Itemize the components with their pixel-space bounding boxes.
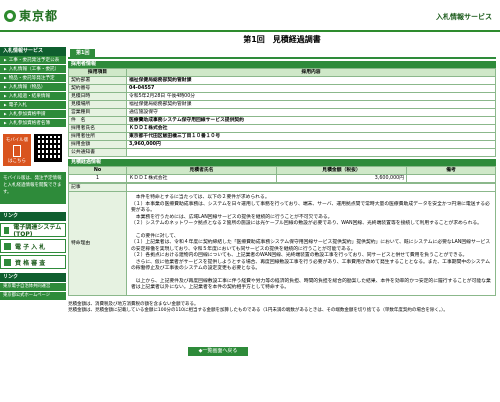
section-mitsumori: 見積経過情報 [68, 159, 496, 166]
table-row: 件 名医療費助成事務システム保守用回線サービス提供契約 [68, 116, 496, 125]
table-row: 公共通知書 [68, 148, 496, 157]
tokyo-logo[interactable]: 東京都 [4, 7, 58, 24]
table-row: 採用金額 3,960,000円 [68, 140, 496, 149]
arrow-icon [4, 226, 10, 234]
tab-bar: 第1回 [68, 49, 496, 59]
tab-round-1[interactable]: 第1回 [70, 49, 96, 57]
link-label: 電 子 入 札 [15, 243, 46, 251]
link-shikaku-shinsa[interactable]: 資 格 審 査 [0, 255, 66, 269]
sidebar-link-title-2: リンク [0, 273, 66, 282]
tokki-body: 本件を特命とするに当たっては、以下の２要件が求められる。 （１）本事業の医療費助… [126, 191, 496, 296]
table-row: 見積場所 福祉保健局総務部契約管財課 [68, 100, 496, 109]
page-title: 第1回 見積経過調書 [243, 35, 321, 44]
table-row: 契約番号 04-04557 [68, 84, 496, 93]
main-content: 第1回 見積経過調書 第1回 採用者情報 採用項目 採用内容 契約部署 福祉保健局… [68, 33, 496, 314]
top-bar: 東京都 入札情報サービス [0, 0, 500, 30]
qr-code-icon [34, 134, 62, 162]
mobile-label: モバイル版 [5, 138, 29, 143]
sidebar-section-title: 入札情報サービス [0, 47, 66, 56]
tokki-line: 以上から、上記要件及び再度回線敷設工事に伴う経費や労力等の経済的負担、時間的負担… [131, 278, 491, 291]
tokki-line: さらに、仮に他業者がサービスを提供しようとする場合、再度回線敷設工事を行う必要が… [131, 259, 491, 272]
row-value: 医療費助成事務システム保守用回線サービス提供契約 [126, 116, 496, 125]
site-title: 入札情報サービス [436, 13, 492, 21]
arrow-icon [4, 242, 11, 250]
row-label: 採用金額 [68, 140, 127, 149]
link-denshi-nyusatsu[interactable]: 電 子 入 札 [0, 239, 66, 253]
row-value: 3,960,000円 [126, 140, 496, 149]
footnote-line: 見積金額は、見積金額に記載している金額に100分の110に相当する金額を加算した… [68, 307, 448, 313]
row-value: 福祉保健局総務部契約管財課 [126, 100, 496, 109]
arrow-icon [4, 258, 11, 266]
phone-icon [13, 145, 21, 157]
sidebar-item-nyusatsu-koji[interactable]: 入札情報（工事・委託） [0, 65, 66, 74]
row-label: 件 名 [68, 116, 127, 125]
link-kyodo-unei[interactable]: 東京電子自治体共同運営 [0, 283, 66, 291]
mobile-box: モバイル版 はこちら [0, 132, 66, 172]
row-value: 令和5年2月28日 午後4時00分 [126, 92, 496, 101]
tokki-line: （１）上記業者は、令和４年度に契約締結した「医療費助成事務システム保守用回線サー… [131, 240, 491, 252]
tokyo-emblem-icon [4, 9, 16, 22]
sidebar-link-title: リンク [0, 212, 66, 221]
sidebar-item-nyusatsu-buppin[interactable]: 入札情報（物品） [0, 83, 66, 92]
tokki-line: （２）システムのネットワーク拠点となる２箇所の施設には光ケーブル回線の敷設が必要… [131, 221, 482, 226]
tokki-line: （１）本事業の医療費助成事務は、システムを日々運用して事務を行っており、端末、サ… [131, 201, 490, 214]
row-value: 福祉保健局総務部契約管財課 [126, 76, 496, 85]
row-value: 通信施設保守 [126, 108, 496, 117]
mobile-sub: はこちら [8, 159, 26, 164]
row-value: 東京都千代田区飯田橋三丁目１０番１０号 [126, 132, 496, 141]
row-value [126, 148, 496, 157]
link-chotatsu-top[interactable]: 電子調達システム(TOP) [0, 223, 66, 238]
cell-name: ＫＤＤＩ株式会社 [126, 174, 277, 183]
table-row: 契約部署 福祉保健局総務部契約管財課 [68, 76, 496, 85]
col-header-amount: 見積金額（税抜） [276, 166, 407, 175]
table-row: 1 ＫＤＤＩ株式会社 3,600,000円 [68, 174, 496, 183]
row-label: 見積場所 [68, 100, 127, 109]
sidebar-item-keika-kekka[interactable]: 入札経過・結果情報 [0, 92, 66, 101]
col-header-item: 採用項目 [68, 68, 127, 77]
row-label: 契約番号 [68, 84, 127, 93]
sidebar-item-buppin-yotei[interactable]: 物品・委託等発注予定 [0, 74, 66, 83]
table-row: 採用者住所 東京都千代田区飯田橋三丁目１０番１０号 [68, 132, 496, 141]
row-value: 04-04557 [126, 84, 496, 93]
mitsumori-table: No 見積者氏名 見積金額（税抜） 備考 1 ＫＤＤＩ株式会社 3,600,00… [68, 166, 496, 183]
link-label: 資 格 審 査 [15, 259, 46, 267]
logo-text: 東京都 [19, 9, 59, 23]
link-label: 電子調達システム(TOP) [13, 224, 62, 238]
sidebar-item-shikaku-shinsei[interactable]: 入札参加資格申請 [0, 110, 66, 119]
row-value: ＫＤＤＩ株式会社 [126, 124, 496, 133]
tokki-line: （２）各拠点における建物内の回線についても、上記業者のWAN回線、光終端装置の敷… [131, 253, 468, 258]
section-purchaser: 採用者情報 [68, 61, 496, 68]
col-header-no: No [68, 166, 127, 175]
col-header-content: 採用内容 [126, 68, 496, 77]
col-header-name: 見積者氏名 [126, 166, 277, 175]
row-label: 公共通知書 [68, 148, 127, 157]
cell-no: 1 [68, 174, 127, 183]
row-label: 営業種目 [68, 108, 127, 117]
kiji-label: 記事 [68, 183, 127, 192]
kiji-value [126, 183, 496, 192]
table-row: 見積日時 令和5年2月28日 午後4時00分 [68, 92, 496, 101]
row-label: 契約部署 [68, 76, 127, 85]
col-header-note: 備考 [406, 166, 496, 175]
sidebar-item-denshi-nyusatsu[interactable]: 電子入札 [0, 101, 66, 110]
table-row: 営業種目 通信施設保守 [68, 108, 496, 117]
row-label: 採用者氏名 [68, 124, 127, 133]
cell-amount: 3,600,000円 [276, 174, 407, 183]
header-divider [0, 30, 500, 32]
purchaser-table: 採用項目 採用内容 契約部署 福祉保健局総務部契約管財課 契約番号 04-04557… [68, 68, 496, 157]
tokki-label: 特命理由 [68, 191, 127, 296]
mobile-note: モバイル版は、発注予定情報と入札経過情報を閲覧できます。 [0, 172, 66, 204]
kiji-table: 記事 特命理由 本件を特命とするに当たっては、以下の２要件が求められる。 （１）… [68, 183, 496, 296]
row-label: 見積日時 [68, 92, 127, 101]
sidebar-item-shikaku-meibo[interactable]: 入札参加資格者名簿 [0, 119, 66, 128]
row-label: 採用者住所 [68, 132, 127, 141]
sidebar-item-koji-yotei[interactable]: 工事・委託発注予定公表 [0, 56, 66, 65]
footnotes: 見積金額は、消費税及び地方消費税の額を含まない金額である。 見積金額は、見積金額… [68, 302, 496, 314]
table-row: 採用者氏名 ＫＤＤＩ株式会社 [68, 124, 496, 133]
mobile-button[interactable]: モバイル版 はこちら [3, 134, 31, 166]
back-to-list-button[interactable]: ◆一覧画面へ戻る [188, 347, 248, 356]
cell-note [406, 174, 496, 183]
link-tokyo-official[interactable]: 東京都公式ホームページ [0, 292, 66, 300]
sidebar: 入札情報サービス 工事・委託発注予定公表 入札情報（工事・委託） 物品・委託等発… [0, 33, 66, 402]
